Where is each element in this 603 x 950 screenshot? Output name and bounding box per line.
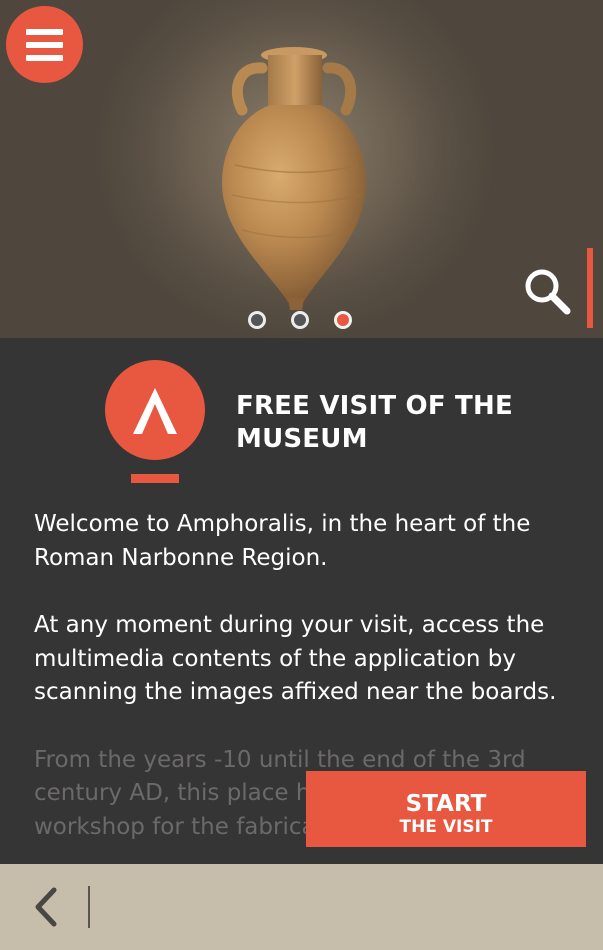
side-panel-tab[interactable] bbox=[587, 248, 593, 328]
intro-paragraph: At any moment during your visit, access … bbox=[34, 612, 557, 705]
magnifier-icon[interactable] bbox=[522, 266, 572, 316]
amphoralis-logo bbox=[105, 360, 205, 485]
bottom-nav-bar bbox=[0, 864, 603, 950]
chevron-left-icon[interactable] bbox=[28, 884, 64, 930]
screen: FREE VISIT OF THE MUSEUM Welcome to Amph… bbox=[0, 0, 603, 950]
amphoralis-logo-icon bbox=[105, 360, 205, 460]
hamburger-menu-icon bbox=[26, 28, 63, 35]
start-visit-button[interactable]: START THE VISIT bbox=[306, 771, 586, 847]
carousel-indicator bbox=[248, 311, 352, 329]
nav-divider bbox=[88, 886, 90, 928]
start-sublabel: THE VISIT bbox=[399, 817, 493, 837]
logo-underline bbox=[131, 474, 179, 483]
page-title: FREE VISIT OF THE MUSEUM bbox=[236, 391, 513, 454]
hero-image[interactable] bbox=[0, 0, 603, 338]
intro-paragraph: Welcome to Amphoralis, in the heart of t… bbox=[34, 511, 531, 571]
start-label: START bbox=[405, 791, 487, 817]
carousel-dot-1[interactable] bbox=[248, 311, 266, 329]
menu-button[interactable] bbox=[6, 6, 83, 83]
carousel-dot-3[interactable] bbox=[334, 311, 352, 329]
amphora-image bbox=[222, 47, 367, 310]
carousel-dot-2[interactable] bbox=[291, 311, 309, 329]
